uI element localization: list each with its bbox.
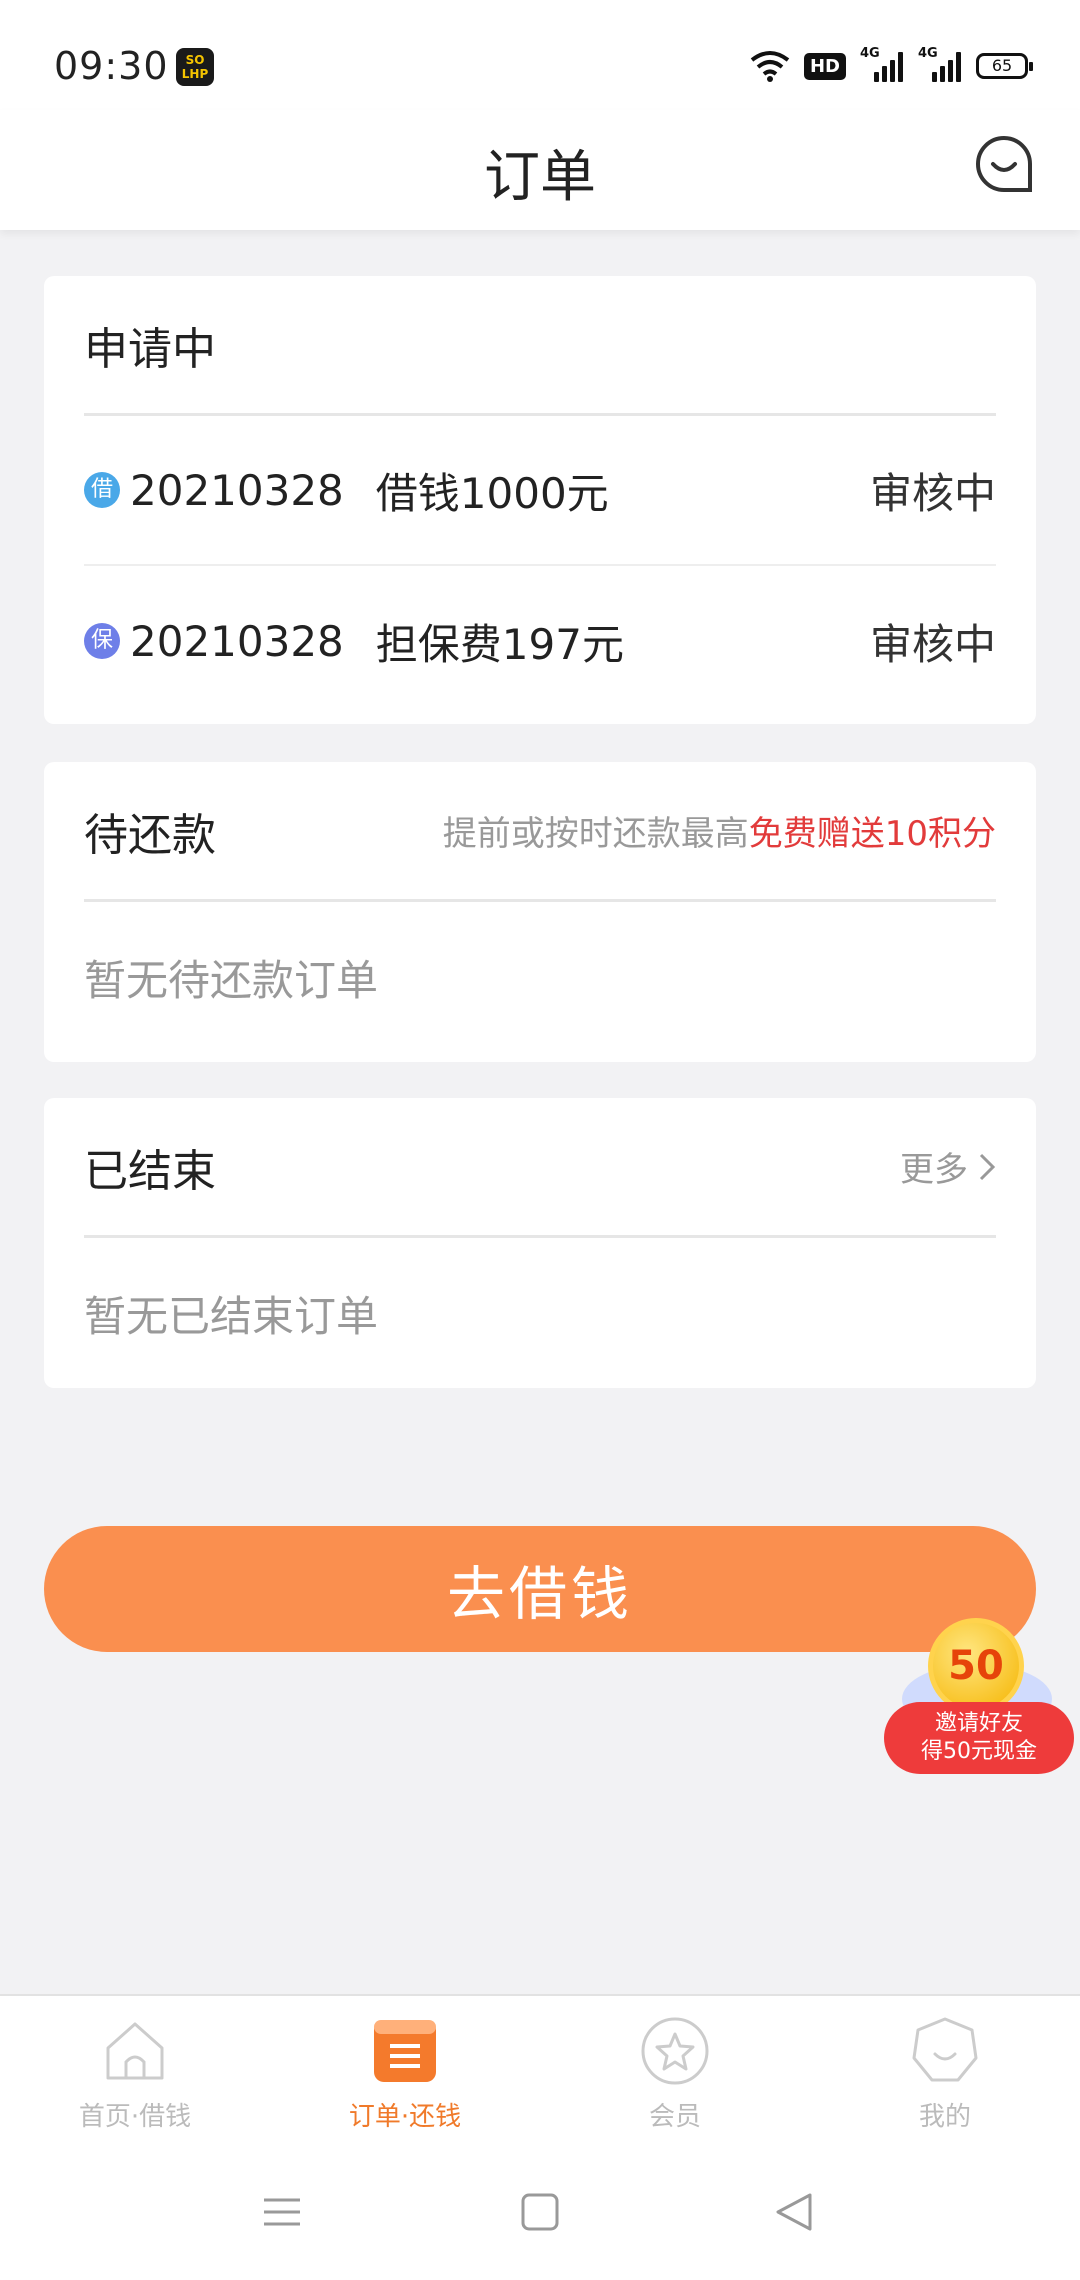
invite-friends-float[interactable]: 50 邀请好友 得50元现金 [882, 1618, 1080, 1778]
hd-icon: HD [803, 52, 846, 80]
pending-empty-text: 暂无待还款订单 [84, 955, 379, 1005]
order-date: 20210328 [130, 616, 344, 666]
finished-empty-text: 暂无已结束订单 [84, 1291, 379, 1341]
loan-badge-icon: 借 [84, 472, 120, 508]
page-header: 订单 [0, 110, 1080, 230]
finished-header: 已结束 更多 [84, 1098, 996, 1238]
finished-title: 已结束 [84, 1145, 216, 1197]
tab-home[interactable]: 首页·借钱 [0, 1996, 270, 2154]
system-nav-bar [0, 2154, 1080, 2280]
promo-highlight: 免费赠送10积分 [748, 814, 996, 854]
more-link[interactable]: 更多 [900, 1142, 996, 1191]
bottom-tab-bar: 首页·借钱 订单·还钱 会员 我的 [0, 1994, 1080, 2154]
status-time: 09:30 [54, 44, 169, 88]
tab-label: 会员 [648, 2102, 701, 2132]
page-title: 订单 [484, 145, 596, 210]
applying-title: 申请中 [84, 323, 216, 375]
invite-label: 邀请好友 得50元现金 [884, 1702, 1074, 1774]
finished-card: 已结束 更多 暂无已结束订单 [44, 1098, 1036, 1388]
order-date: 20210328 [130, 465, 344, 515]
promo-text: 提前或按时还款最高 [442, 814, 749, 854]
status-icons: HD 4G 4G 65 [750, 46, 1033, 86]
signal-icon: 4G [860, 46, 904, 82]
network-type-label: 4G [860, 46, 880, 61]
tab-label: 首页·借钱 [78, 2102, 192, 2132]
points-promo: 提前或按时还款最高免费赠送10积分 [443, 806, 996, 855]
wifi-icon [750, 51, 790, 82]
coin-icon: 50 [928, 1618, 1024, 1714]
order-description: 借钱1000元 [375, 468, 609, 518]
order-row[interactable]: 保 20210328 担保费197元 审核中 [84, 566, 996, 716]
star-icon [641, 2017, 709, 2085]
menu-icon[interactable] [262, 2192, 302, 2232]
applying-card: 申请中 借 20210328 借钱1000元 审核中 保 20210328 担保… [44, 276, 1036, 724]
tab-label: 订单·还钱 [348, 2102, 462, 2132]
chevron-right-icon [979, 1153, 996, 1180]
tab-orders[interactable]: 订单·还钱 [270, 1996, 540, 2154]
home-icon [106, 2022, 164, 2080]
back-icon[interactable] [774, 2192, 814, 2232]
signal-icon: 4G [918, 46, 962, 82]
tab-member[interactable]: 会员 [540, 1996, 810, 2154]
tab-label: 我的 [918, 2102, 971, 2132]
pending-title: 待还款 [84, 809, 216, 861]
app-notification-icon: SO LHP [176, 48, 214, 86]
status-bar: 09:30 SO LHP HD 4G 4G 65 [0, 0, 1080, 110]
battery-icon: 65 [976, 53, 1033, 79]
invite-line2: 得50元现金 [921, 1739, 1037, 1764]
order-status: 审核中 [869, 619, 996, 669]
profile-icon [912, 2017, 978, 2082]
home-button-icon[interactable] [520, 2192, 560, 2232]
chat-bubble-icon[interactable] [974, 134, 1034, 194]
order-status: 审核中 [869, 468, 996, 518]
applying-header: 申请中 [84, 276, 996, 416]
order-row[interactable]: 借 20210328 借钱1000元 审核中 [84, 416, 996, 566]
guarantee-badge-icon: 保 [84, 623, 120, 659]
more-label: 更多 [900, 1150, 968, 1190]
order-description: 担保费197元 [375, 619, 624, 669]
pending-header: 待还款 提前或按时还款最高免费赠送10积分 [84, 762, 996, 902]
network-type-label: 4G [918, 46, 938, 61]
tab-profile[interactable]: 我的 [810, 1996, 1080, 2154]
orders-icon [374, 2020, 436, 2082]
invite-line1: 邀请好友 [934, 1711, 1023, 1736]
pending-card: 待还款 提前或按时还款最高免费赠送10积分 暂无待还款订单 [44, 762, 1036, 1062]
